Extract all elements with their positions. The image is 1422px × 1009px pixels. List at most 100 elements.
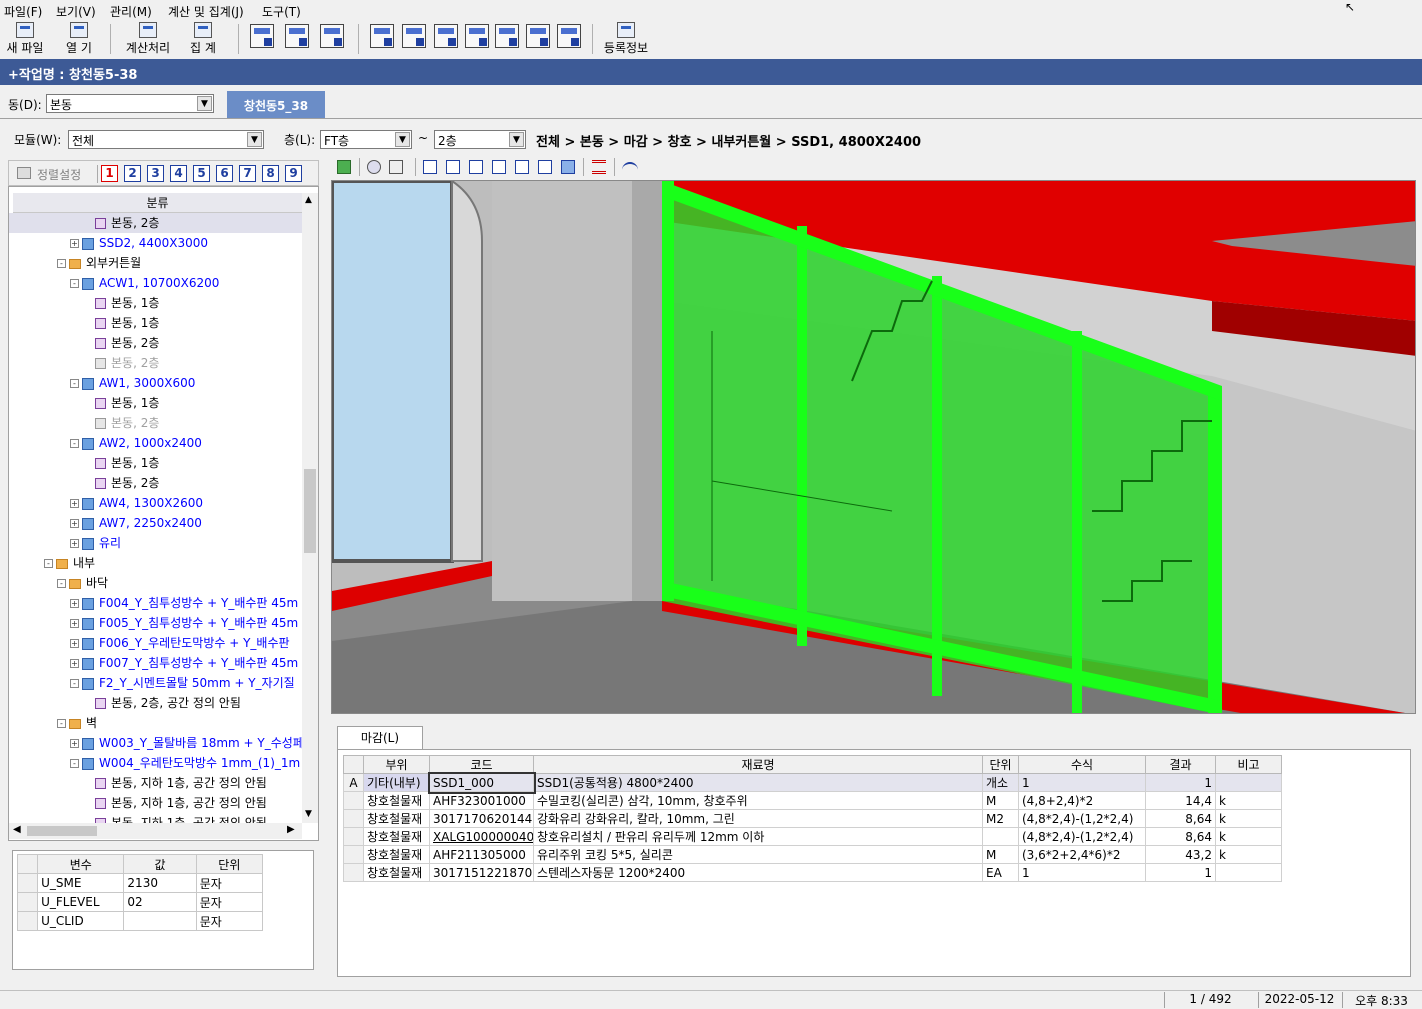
cell-part[interactable]: 창호철물재 bbox=[363, 809, 430, 828]
level-button-7[interactable]: 7 bbox=[239, 165, 256, 182]
chevron-down-icon[interactable]: ▼ bbox=[509, 132, 524, 147]
cell-result[interactable]: 14,4 bbox=[1145, 791, 1216, 810]
cell-code[interactable]: XALG100000040 bbox=[429, 827, 534, 846]
cell-part[interactable]: 창호철물재 bbox=[363, 863, 430, 882]
tree-item[interactable]: + F004_Y_침투성방수 + Y_배수판 45m bbox=[9, 593, 302, 613]
expand-icon[interactable]: + bbox=[70, 619, 79, 628]
chevron-down-icon[interactable]: ▼ bbox=[395, 132, 410, 147]
cell-material[interactable]: 강화유리 강화유리, 칼라, 10mm, 그린 bbox=[533, 809, 983, 828]
collapse-icon[interactable]: - bbox=[70, 379, 79, 388]
tree-item[interactable]: - AW2, 1000x2400 bbox=[9, 433, 302, 453]
layout-a-icon[interactable] bbox=[370, 24, 394, 48]
collapse-icon[interactable]: - bbox=[70, 279, 79, 288]
menu-tools[interactable]: 도구(T) bbox=[262, 3, 301, 20]
list-icon[interactable] bbox=[592, 160, 606, 174]
expand-icon[interactable]: + bbox=[70, 659, 79, 668]
tree-item[interactable]: -벽 bbox=[9, 713, 302, 733]
edit-pen-icon[interactable] bbox=[495, 24, 519, 48]
table-row[interactable]: 창호철물재 AHF211305000 유리주위 코킹 5*5, 실리콘 M (3,6*2… bbox=[343, 845, 1282, 864]
chevron-left-icon[interactable]: ◀ bbox=[13, 824, 21, 835]
tree-item[interactable]: 본동, 1층 bbox=[9, 293, 302, 313]
chevron-up-icon[interactable]: ▲ bbox=[305, 195, 312, 205]
menu-file[interactable]: 파일(F) bbox=[4, 3, 42, 20]
tree-item[interactable]: 본동, 2층 bbox=[9, 213, 302, 233]
chevron-down-icon[interactable]: ▼ bbox=[197, 96, 212, 111]
scroll-thumb[interactable] bbox=[304, 469, 316, 553]
3d-viewport[interactable] bbox=[331, 180, 1416, 714]
cell-formula[interactable]: (4,8*2,4)-(1,2*2,4) bbox=[1018, 827, 1146, 846]
layout-e-icon[interactable] bbox=[526, 24, 550, 48]
tree-item[interactable]: + F007_Y_침투성방수 + Y_배수판 45m bbox=[9, 653, 302, 673]
view-top-icon[interactable] bbox=[515, 160, 529, 174]
tree-item[interactable]: - F2_Y_시멘트몰탈 50mm + Y_자기질 bbox=[9, 673, 302, 693]
terrain-icon[interactable] bbox=[622, 162, 638, 172]
table-row[interactable]: 창호철물재3017151221870721스텐레스자동문 1200*2400EA… bbox=[343, 863, 1282, 882]
cell-part[interactable]: 창호철물재 bbox=[363, 845, 430, 864]
level-button-1[interactable]: 1 bbox=[101, 165, 118, 182]
cell-formula[interactable]: (3,6*2+2,4*6)*2 bbox=[1018, 845, 1146, 864]
tree-item[interactable]: - 내부 bbox=[9, 553, 302, 573]
chevron-right-icon[interactable]: ▶ bbox=[287, 824, 295, 835]
cell-note[interactable]: k bbox=[1215, 809, 1282, 828]
new-file-button[interactable]: 새 파일 bbox=[4, 22, 46, 56]
expand-icon[interactable]: + bbox=[70, 599, 79, 608]
level-button-5[interactable]: 5 bbox=[193, 165, 210, 182]
tree-item[interactable]: 본동, 2층 bbox=[9, 413, 302, 433]
cell-note[interactable]: k bbox=[1215, 845, 1282, 864]
view-front-icon[interactable] bbox=[423, 160, 437, 174]
tree-item[interactable]: + F006_Y_우레탄도막방수 + Y_배수판 bbox=[9, 633, 302, 653]
pan-icon[interactable] bbox=[389, 160, 403, 174]
cell-note[interactable] bbox=[1215, 773, 1282, 792]
cell-formula[interactable]: (4,8*2,4)-(1,2*2,4) bbox=[1018, 809, 1146, 828]
row-marker[interactable] bbox=[343, 863, 364, 882]
tab-project[interactable]: 창천동5_38 bbox=[227, 91, 325, 118]
view-right-icon[interactable] bbox=[492, 160, 506, 174]
cell-result[interactable]: 8,64 bbox=[1145, 809, 1216, 828]
variable-row[interactable]: U_CLID 문자 bbox=[16, 911, 264, 931]
cell-result[interactable]: 1 bbox=[1145, 863, 1216, 882]
model-icon[interactable] bbox=[337, 160, 351, 174]
floor-from-select[interactable]: FT층 ▼ bbox=[320, 130, 412, 149]
tree-item[interactable]: - ACW1, 10700X6200 bbox=[9, 273, 302, 293]
cell-note[interactable] bbox=[1215, 863, 1282, 882]
tree-hscrollbar[interactable]: ◀ ▶ bbox=[9, 823, 302, 839]
expand-icon[interactable]: + bbox=[70, 239, 79, 248]
tree-item[interactable]: 본동, 2층 bbox=[9, 333, 302, 353]
tree-item[interactable]: - 바닥 bbox=[9, 573, 302, 593]
level-button-9[interactable]: 9 bbox=[285, 165, 302, 182]
collapse-icon[interactable]: - bbox=[44, 559, 53, 568]
dong-select[interactable]: 본동 ▼ bbox=[46, 94, 214, 113]
tree-item[interactable]: 본동, 2층 bbox=[9, 473, 302, 493]
view-iso-icon[interactable] bbox=[561, 160, 575, 174]
variable-row[interactable]: U_FLEVEL 02 문자 bbox=[16, 892, 264, 912]
view-bottom-icon[interactable] bbox=[538, 160, 552, 174]
floor-to-select[interactable]: 2층 ▼ bbox=[434, 130, 526, 149]
expand-icon[interactable]: + bbox=[70, 499, 79, 508]
tree-item[interactable]: - 외부커튼월 bbox=[9, 253, 302, 273]
table-row[interactable]: A 기타(내부) SSD1_000 SSD1(공통적용) 4800*2400 개소 1 1 bbox=[343, 771, 1282, 794]
tree-item[interactable]: 본동, 2층, 공간 정의 안됨 bbox=[9, 693, 302, 713]
level-button-3[interactable]: 3 bbox=[147, 165, 164, 182]
cell-code[interactable]: 3017170620144991 bbox=[429, 809, 534, 828]
table-row[interactable]: 창호철물재3017170620144991강화유리 강화유리, 칼라, 10mm… bbox=[343, 809, 1282, 828]
expand-icon[interactable]: + bbox=[70, 739, 79, 748]
zoom-window-icon[interactable] bbox=[285, 24, 309, 48]
open-button[interactable]: 열 기 bbox=[58, 22, 100, 56]
row-marker[interactable] bbox=[343, 791, 364, 810]
level-button-2[interactable]: 2 bbox=[124, 165, 141, 182]
tree-item[interactable]: - AW1, 3000X600 bbox=[9, 373, 302, 393]
cell-part[interactable]: 창호철물재 bbox=[363, 827, 430, 846]
tree-item[interactable]: 본동, 지하 1층, 공간 정의 안됨 bbox=[9, 773, 302, 793]
tree-item[interactable]: + 유리 bbox=[9, 533, 302, 553]
chevron-down-icon[interactable]: ▼ bbox=[305, 809, 312, 819]
tree-item[interactable]: + AW7, 2250x2400 bbox=[9, 513, 302, 533]
cell-code[interactable]: AHF211305000 bbox=[429, 845, 534, 864]
collapse-icon[interactable]: - bbox=[70, 679, 79, 688]
row-marker[interactable]: A bbox=[343, 773, 364, 792]
menu-manage[interactable]: 관리(M) bbox=[110, 3, 152, 20]
cell-part[interactable]: 기타(내부) bbox=[363, 773, 430, 792]
level-button-6[interactable]: 6 bbox=[216, 165, 233, 182]
expand-icon[interactable]: + bbox=[70, 639, 79, 648]
cell-material[interactable]: SSD1(공통적용) 4800*2400 bbox=[533, 773, 983, 792]
tab-finish[interactable]: 마감(L) bbox=[337, 726, 423, 750]
